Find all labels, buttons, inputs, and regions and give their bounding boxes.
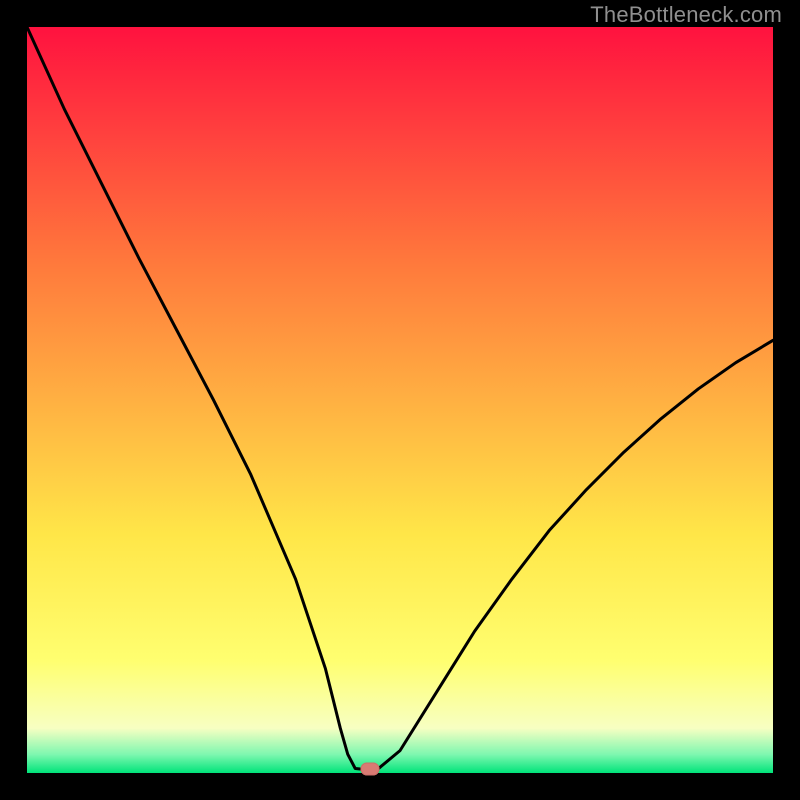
chart-frame: TheBottleneck.com [0, 0, 800, 800]
plot-area [27, 27, 773, 773]
plot-svg [27, 27, 773, 773]
watermark-text: TheBottleneck.com [590, 2, 782, 28]
gradient-background [27, 27, 773, 773]
optimal-point-marker [361, 763, 380, 776]
